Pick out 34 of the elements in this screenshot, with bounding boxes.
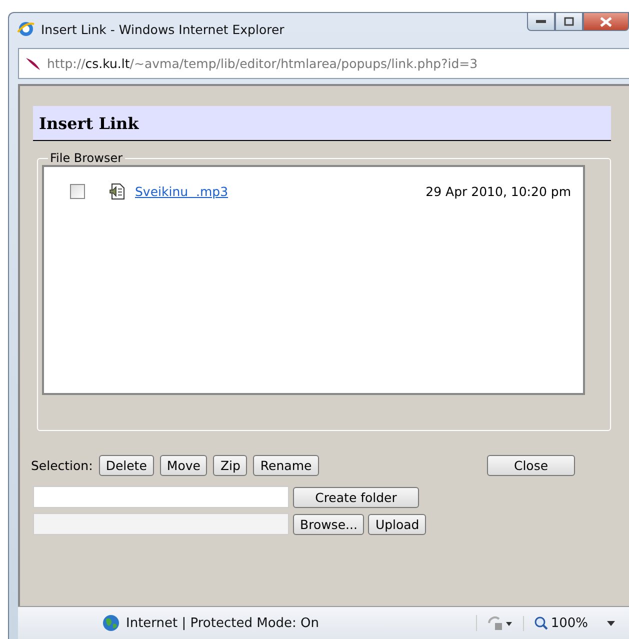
file-checkbox[interactable] xyxy=(70,184,85,199)
selection-label: Selection: xyxy=(31,458,93,473)
close-icon xyxy=(600,16,612,26)
file-date: 29 Apr 2010, 10:20 pm xyxy=(426,184,571,199)
file-path-field[interactable] xyxy=(33,513,289,535)
selection-button[interactable]: Delete xyxy=(98,455,154,476)
selection-button[interactable]: Move xyxy=(160,455,208,476)
url-text: http://cs.ku.lt/~avma/temp/lib/editor/htmlarea/popups/link.php?id=3 xyxy=(47,56,478,71)
folder-name-field[interactable] xyxy=(33,486,289,508)
zoom-level[interactable]: 100% xyxy=(550,616,588,630)
browser-icon xyxy=(17,20,35,38)
lock-icon[interactable] xyxy=(486,615,513,631)
close-dialog-button[interactable]: Close xyxy=(487,455,575,476)
maximize-button[interactable] xyxy=(555,12,583,31)
security-zone-text: Internet | Protected Mode: On xyxy=(126,616,320,630)
file-link[interactable]: Sveikinu .mp3 xyxy=(135,184,228,199)
close-button[interactable] xyxy=(583,12,629,31)
minimize-button[interactable] xyxy=(527,12,555,31)
panel-legend: File Browser xyxy=(48,151,125,165)
browse-button[interactable]: Browse... xyxy=(293,514,364,534)
upload-button[interactable]: Upload xyxy=(368,514,426,534)
selection-button[interactable]: Zip xyxy=(213,455,248,476)
selection-button[interactable]: Rename xyxy=(253,455,319,476)
window-title: Insert Link - Windows Internet Explorer xyxy=(41,22,284,36)
zoom-icon xyxy=(534,616,548,630)
maximize-icon xyxy=(564,17,574,26)
dialog-header: Insert Link xyxy=(33,106,611,141)
minimize-icon xyxy=(536,20,546,24)
create-folder-button[interactable]: Create folder xyxy=(293,486,419,508)
feather-icon xyxy=(25,56,41,70)
caret-icon[interactable] xyxy=(607,620,615,626)
globe-icon xyxy=(102,614,120,632)
audio-file-icon xyxy=(109,183,125,200)
address-field[interactable]: http://cs.ku.lt/~avma/temp/lib/editor/htmlarea/popups/link.php?id=3 xyxy=(18,48,629,79)
